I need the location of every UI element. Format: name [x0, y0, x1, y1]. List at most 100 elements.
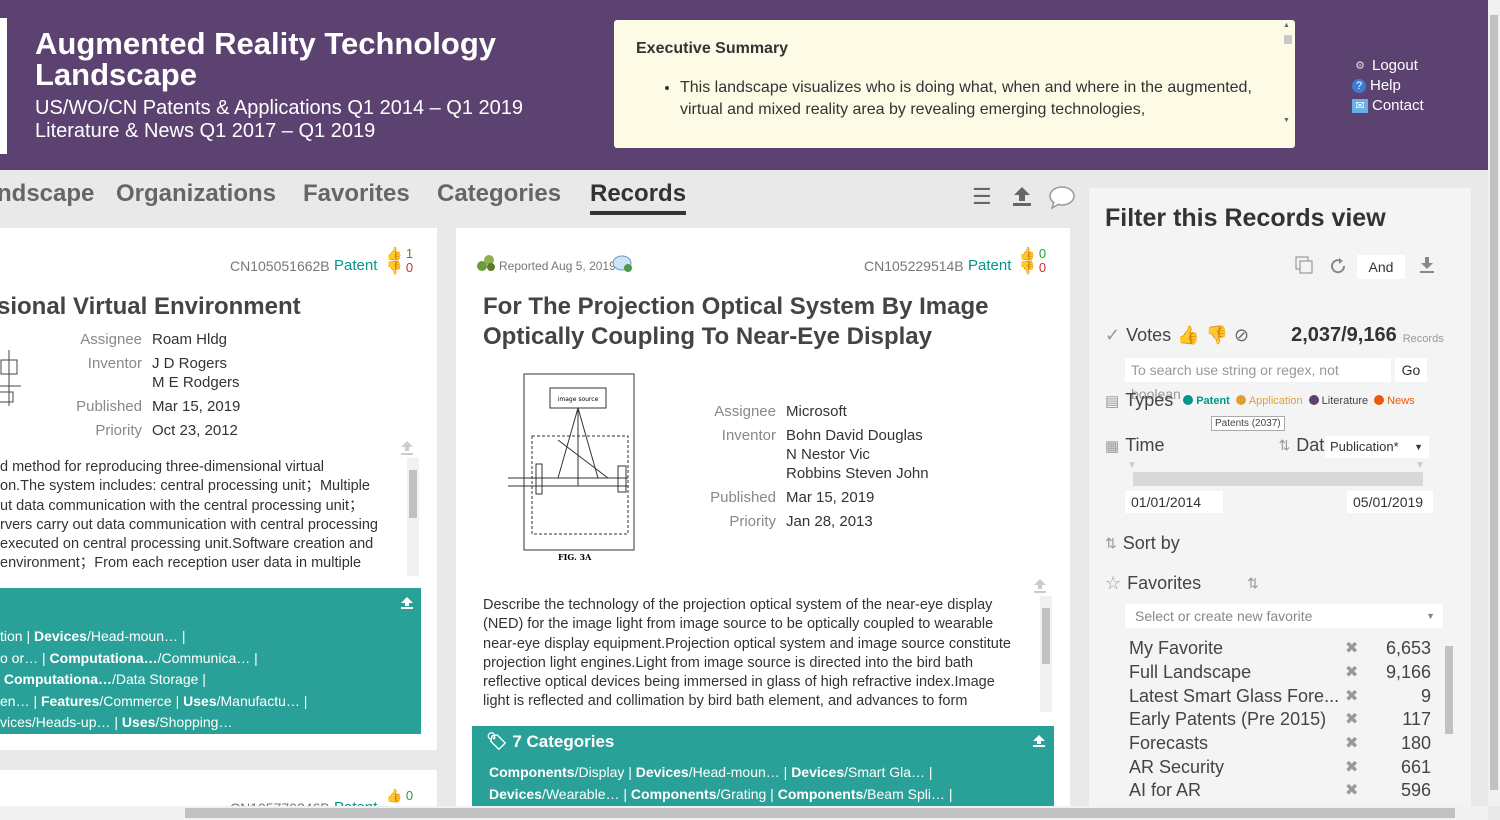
thumbs-down-icon[interactable]: 👎: [1206, 325, 1228, 346]
upload-icon[interactable]: [1033, 578, 1047, 594]
executive-summary: Executive Summary This landscape visuali…: [614, 20, 1295, 148]
caret-down-icon: ▼: [1426, 611, 1435, 621]
logout-link[interactable]: ⚙ Logout: [1352, 56, 1424, 76]
remove-icon[interactable]: ✖: [1345, 638, 1358, 658]
sort-icon[interactable]: ⇅: [1279, 437, 1291, 454]
thumbs-up-icon[interactable]: 👍: [386, 246, 402, 261]
upload-icon[interactable]: [1032, 734, 1046, 748]
record-type: Patent: [334, 257, 378, 274]
contact-link[interactable]: ✉ Contact: [1352, 96, 1424, 116]
slider-handle-left[interactable]: ▼: [1127, 460, 1137, 471]
abstract-scrollbar[interactable]: [1040, 596, 1052, 712]
page-vertical-scrollbar[interactable]: [1488, 0, 1500, 806]
subtitle-patents: US/WO/CN Patents & Applications Q1 2014 …: [35, 97, 524, 119]
list-item[interactable]: AI for AR ✖ 596: [1129, 780, 1441, 803]
upload-icon[interactable]: [400, 596, 414, 610]
inventor-value[interactable]: J D Rogers: [152, 355, 227, 372]
help-icon: ?: [1352, 79, 1366, 93]
block-icon[interactable]: ⊘: [1234, 325, 1249, 346]
list-item[interactable]: Early Patents (Pre 2015) ✖ 117: [1129, 709, 1441, 732]
tab-organizations[interactable]: Organizations: [116, 180, 276, 208]
main-tabs: ndscape Organizations Favorites Categori…: [0, 180, 1080, 220]
date-from-input[interactable]: 01/01/2014: [1125, 491, 1223, 513]
download-icon[interactable]: [1419, 256, 1435, 274]
type-application[interactable]: Application: [1235, 394, 1303, 407]
sort-icon[interactable]: ⇅: [1247, 575, 1259, 592]
priority-value: Jan 28, 2013: [786, 513, 873, 530]
assignee-value[interactable]: Microsoft: [786, 403, 847, 420]
record-card[interactable]: CN105770346B Patent 👍 0: [0, 770, 437, 810]
molecules-icon: [477, 255, 495, 271]
upload-icon[interactable]: [1011, 185, 1033, 207]
summary-text: This landscape visualizes who is doing w…: [680, 77, 1275, 121]
search-input[interactable]: To search use string or regex, not boole…: [1125, 358, 1391, 402]
svg-text:image source: image source: [558, 396, 599, 403]
slider-handle-right[interactable]: ▼: [1415, 460, 1425, 471]
remove-icon[interactable]: ✖: [1345, 733, 1358, 753]
categories-header[interactable]: 🏷 7 Categories: [486, 732, 614, 752]
types-filter: ▤ Types Patent Application Literature Ne…: [1105, 390, 1415, 410]
remove-icon[interactable]: ✖: [1345, 686, 1358, 706]
help-link[interactable]: ? Help: [1352, 76, 1424, 96]
record-abstract: Describe the technology of the projectio…: [483, 597, 1011, 710]
favorite-select[interactable]: Select or create new favorite ▼: [1125, 604, 1443, 628]
record-abstract: d method for reproducing three-dimension…: [0, 459, 378, 572]
summary-scrollbar[interactable]: ▲ ▼: [1283, 22, 1293, 144]
go-button[interactable]: Go: [1395, 358, 1427, 382]
page-horizontal-scrollbar[interactable]: [0, 806, 1488, 820]
inventor-value[interactable]: M E Rodgers: [152, 374, 240, 391]
reported-date: Reported Aug 5, 2019: [499, 259, 616, 273]
votes-filter: ✓ Votes 👍 👎 ⊘ 2,037/9,166 Records: [1105, 324, 1444, 346]
category-list: Components/Display | Devices/Head-moun… …: [489, 764, 953, 802]
inventor-value[interactable]: N Nestor Vic: [786, 446, 870, 463]
thumbs-up-icon[interactable]: 👍: [1177, 325, 1199, 346]
priority-value: Oct 23, 2012: [152, 422, 238, 439]
thumbs-up-icon[interactable]: 👍: [386, 788, 402, 803]
record-title[interactable]: sional Virtual Environment: [0, 292, 301, 322]
tab-favorites[interactable]: Favorites: [303, 180, 410, 208]
list-item[interactable]: AR Security ✖ 661: [1129, 757, 1441, 780]
remove-icon[interactable]: ✖: [1345, 780, 1358, 800]
date-select[interactable]: Publication* ▼: [1325, 436, 1429, 458]
date-to-input[interactable]: 05/01/2019: [1347, 491, 1433, 513]
subtitle-literature: Literature & News Q1 2017 – Q1 2019: [35, 120, 376, 142]
comment-icon[interactable]: [612, 254, 634, 274]
tab-landscape[interactable]: ndscape: [0, 180, 94, 208]
remove-icon[interactable]: ✖: [1345, 662, 1358, 682]
remove-icon[interactable]: ✖: [1345, 757, 1358, 777]
type-news[interactable]: News: [1374, 394, 1415, 407]
tab-categories[interactable]: Categories: [437, 180, 561, 208]
assignee-value[interactable]: Roam Hldg: [152, 331, 227, 348]
tab-records[interactable]: Records: [590, 180, 687, 215]
abstract-scrollbar[interactable]: [407, 458, 419, 576]
and-toggle[interactable]: And: [1357, 255, 1405, 279]
inventor-value[interactable]: Robbins Steven John: [786, 465, 929, 482]
sort-by[interactable]: ⇅ Sort by: [1105, 533, 1180, 554]
envelope-icon: ✉: [1352, 99, 1368, 113]
list-item[interactable]: Full Landscape ✖ 9,166: [1129, 662, 1441, 685]
copy-icon[interactable]: [1295, 256, 1313, 274]
thumbs-down-icon[interactable]: 👎: [386, 260, 402, 275]
thumbs-up-icon[interactable]: 👍: [1019, 246, 1035, 261]
type-literature[interactable]: Literature: [1308, 394, 1368, 407]
list-item[interactable]: Forecasts ✖ 180: [1129, 733, 1441, 756]
star-icon: ☆: [1105, 573, 1122, 593]
svg-text:FIG. 3A: FIG. 3A: [558, 552, 592, 562]
list-item[interactable]: My Favorite ✖ 6,653: [1129, 638, 1441, 661]
time-slider[interactable]: [1133, 472, 1423, 486]
record-title[interactable]: For The Projection Optical System By Ima…: [483, 292, 988, 352]
inventor-value[interactable]: Bohn David Douglas: [786, 427, 923, 444]
record-id: CN105229514B: [864, 258, 964, 274]
menu-icon[interactable]: ☰: [972, 184, 992, 210]
remove-icon[interactable]: ✖: [1345, 709, 1358, 729]
list-item[interactable]: Latest Smart Glass Fore... ✖ 9: [1129, 686, 1441, 709]
thumbs-down-icon[interactable]: 👎: [1019, 260, 1035, 275]
upload-icon[interactable]: [400, 440, 414, 456]
record-count: 2,037/9,166: [1291, 324, 1397, 346]
comment-icon[interactable]: [1048, 184, 1076, 210]
record-card[interactable]: Reported Aug 5, 2019 CN105229514B Patent…: [456, 228, 1070, 808]
type-patent[interactable]: Patent: [1183, 394, 1230, 407]
record-card[interactable]: CN105051662B Patent 👍 1 👎 0 sional Virtu…: [0, 228, 437, 750]
refresh-icon[interactable]: [1329, 257, 1347, 275]
favorites-scrollbar[interactable]: [1443, 636, 1455, 802]
